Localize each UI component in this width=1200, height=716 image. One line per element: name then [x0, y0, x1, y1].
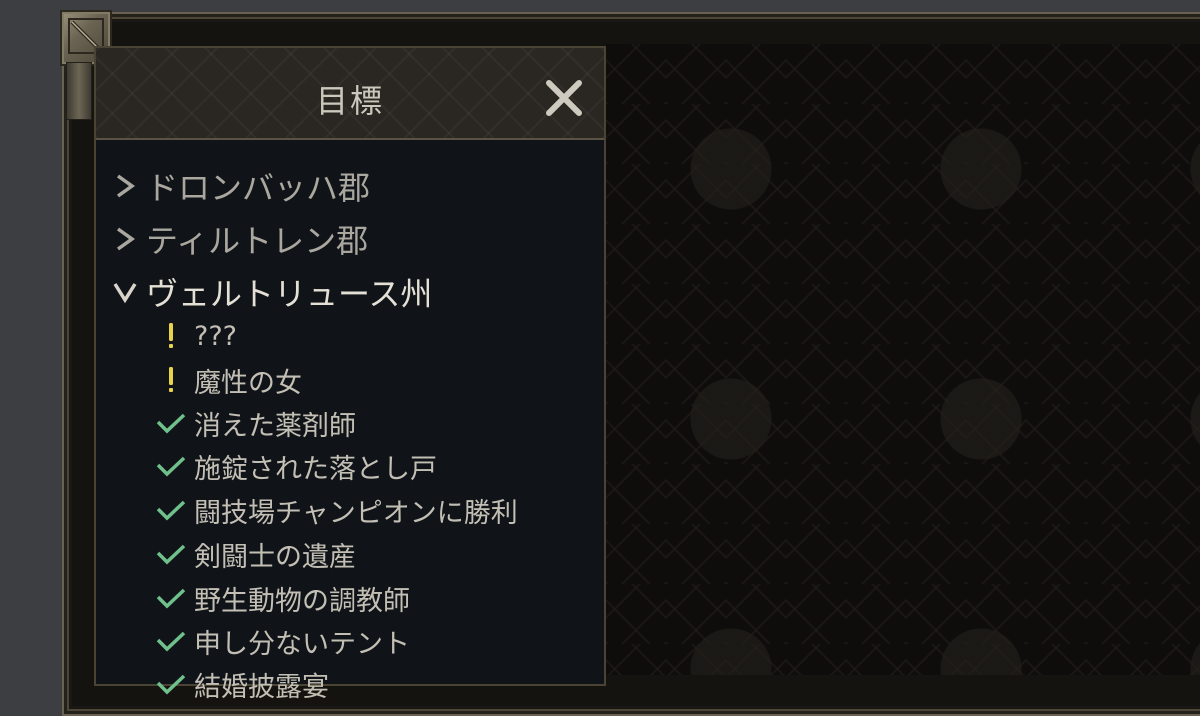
- panel-header: 目標: [96, 48, 604, 140]
- checkmark-icon: [154, 587, 188, 609]
- region-item[interactable]: ドロンバッハ郡: [96, 166, 371, 207]
- quest-label: 結婚披露宴: [194, 671, 329, 703]
- quest-item[interactable]: 魔性の女: [96, 360, 302, 400]
- panel-title: 目標: [315, 82, 384, 120]
- quest-label: 施錠された落とし戸: [194, 453, 437, 485]
- chevron-right-icon: [108, 225, 142, 253]
- quest-item[interactable]: 結婚披露宴: [96, 664, 329, 704]
- objectives-panel: 目標 ドロンバッハ郡 ティルトレン郡 ヴェルトリュース州 ??? 魔性の女 消え…: [94, 46, 606, 703]
- frame-knob: [66, 62, 92, 120]
- checkmark-icon: [154, 673, 188, 695]
- region-label: ドロンバッハ郡: [146, 169, 371, 207]
- quest-label: 申し分ないテント: [194, 628, 410, 660]
- checkmark-icon: [154, 630, 188, 652]
- quest-label: 剣闘士の遺産: [194, 541, 356, 573]
- quest-label: ???: [194, 320, 237, 352]
- quest-item[interactable]: 消えた薬剤師: [96, 403, 356, 443]
- quest-label: 野生動物の調教師: [194, 585, 410, 617]
- quest-label: 魔性の女: [194, 367, 302, 399]
- quest-item[interactable]: 施錠された落とし戸: [96, 446, 437, 486]
- quest-item[interactable]: 闘技場チャンピオンに勝利: [96, 490, 518, 530]
- chevron-right-icon: [108, 172, 142, 200]
- quest-label: 闘技場チャンピオンに勝利: [194, 497, 518, 529]
- quest-item[interactable]: 剣闘士の遺産: [96, 534, 356, 574]
- region-item[interactable]: ヴェルトリュース州: [96, 272, 433, 313]
- chevron-down-icon: [108, 279, 142, 305]
- exclamation-icon: [154, 321, 188, 351]
- region-label: ヴェルトリュース州: [146, 275, 433, 313]
- checkmark-icon: [154, 412, 188, 434]
- checkmark-icon: [154, 455, 188, 477]
- region-label: ティルトレン郡: [146, 222, 369, 260]
- quest-label: 消えた薬剤師: [194, 410, 356, 442]
- close-button[interactable]: [542, 76, 586, 120]
- quest-item[interactable]: ???: [96, 316, 237, 356]
- checkmark-icon: [154, 543, 188, 565]
- checkmark-icon: [154, 499, 188, 521]
- background-pattern: [606, 44, 1200, 675]
- exclamation-icon: [154, 365, 188, 395]
- close-icon: [546, 80, 582, 116]
- quest-item[interactable]: 申し分ないテント: [96, 621, 410, 661]
- region-item[interactable]: ティルトレン郡: [96, 219, 369, 260]
- quest-item[interactable]: 野生動物の調教師: [96, 578, 410, 618]
